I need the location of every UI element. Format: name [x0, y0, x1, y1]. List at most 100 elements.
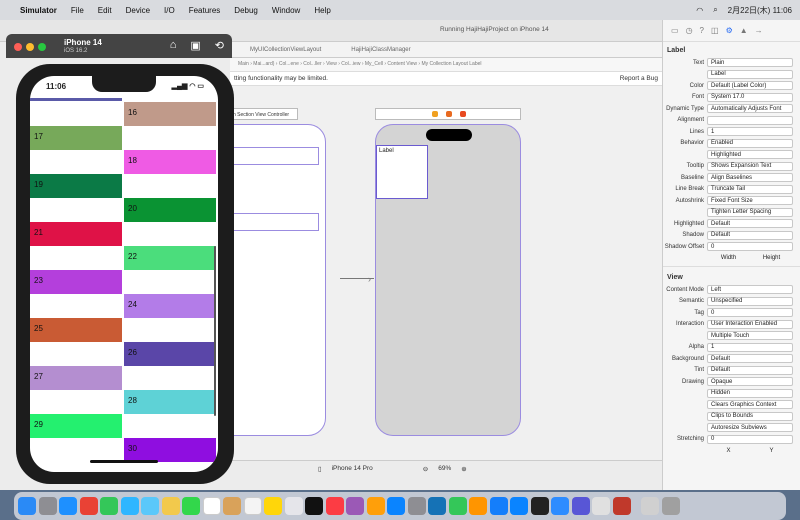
- field-control[interactable]: Plain: [707, 58, 793, 68]
- scene-dock[interactable]: [375, 108, 521, 120]
- menu-app[interactable]: Simulator: [20, 6, 57, 15]
- field-control[interactable]: Shows Expansion Text: [707, 161, 793, 171]
- numbers-icon[interactable]: [448, 497, 467, 515]
- field-control[interactable]: Opaque: [707, 377, 793, 387]
- field-control[interactable]: Clears Graphics Context: [707, 400, 793, 410]
- rotate-icon[interactable]: ⟲: [215, 39, 224, 52]
- field-control[interactable]: Truncate Tail: [707, 184, 793, 194]
- collection-cell[interactable]: 30: [124, 438, 216, 462]
- device-selector[interactable]: iPhone 14 Pro: [332, 465, 373, 472]
- contacts-icon[interactable]: [223, 497, 241, 515]
- terminal-icon[interactable]: [530, 497, 549, 515]
- field-control[interactable]: 0: [707, 242, 793, 252]
- field-control[interactable]: [707, 115, 793, 125]
- collection-cell[interactable]: Label: [376, 145, 428, 199]
- field-control[interactable]: Multiple Touch: [707, 331, 793, 341]
- field-control[interactable]: Automatically Adjusts Font: [707, 104, 793, 114]
- wifi-icon[interactable]: ◠: [696, 6, 703, 15]
- collection-cell[interactable]: 19: [30, 174, 122, 198]
- field-control[interactable]: 1: [707, 127, 793, 137]
- history-icon[interactable]: ◷: [686, 26, 693, 35]
- search-icon[interactable]: ⌕: [713, 5, 717, 15]
- field-control[interactable]: Left: [707, 285, 793, 295]
- app-store-icon[interactable]: [387, 497, 405, 515]
- menu-debug[interactable]: Debug: [234, 6, 258, 15]
- scene-right[interactable]: Label: [375, 124, 521, 436]
- collection-cell[interactable]: 16: [124, 102, 216, 126]
- help-icon[interactable]: ?: [700, 26, 704, 35]
- collection-cell[interactable]: 22: [124, 246, 216, 270]
- field-control[interactable]: System 17.0: [707, 92, 793, 102]
- field-control[interactable]: Clips to Bounds: [707, 411, 793, 421]
- clock[interactable]: 2月22日(木) 11:06: [728, 5, 792, 16]
- trash-icon[interactable]: [661, 497, 680, 515]
- field-control[interactable]: 0: [707, 308, 793, 318]
- cell-label[interactable]: Label: [379, 148, 394, 154]
- dictionary-icon[interactable]: [612, 497, 631, 515]
- xcode-icon[interactable]: [489, 497, 508, 515]
- downloads-icon[interactable]: [641, 497, 659, 515]
- tab-class-manager[interactable]: HajiHajiClassManager: [351, 47, 410, 53]
- discord-icon[interactable]: [571, 497, 590, 515]
- field-control[interactable]: Unspecified: [707, 296, 793, 306]
- simulator-icon[interactable]: [510, 497, 528, 515]
- collection-cell[interactable]: 26: [124, 342, 216, 366]
- freeform-icon[interactable]: [284, 497, 303, 515]
- collection-cell[interactable]: 20: [124, 198, 216, 222]
- collection-cell[interactable]: 23: [30, 270, 122, 294]
- notes-icon[interactable]: [264, 497, 282, 515]
- collection-cell[interactable]: 21: [30, 222, 122, 246]
- menu-file[interactable]: File: [71, 6, 84, 15]
- field-control[interactable]: Label: [707, 69, 793, 79]
- collection-cell[interactable]: 25: [30, 318, 122, 342]
- screenshot-icon[interactable]: ▣: [190, 39, 200, 52]
- field-control[interactable]: 1: [707, 342, 793, 352]
- collection-cell[interactable]: 24: [124, 294, 216, 318]
- report-bug-button[interactable]: Report a Bug: [620, 75, 658, 82]
- home-indicator[interactable]: [90, 460, 158, 463]
- scene-left[interactable]: [230, 124, 326, 436]
- reminders-icon[interactable]: [243, 497, 262, 515]
- books-icon[interactable]: [366, 497, 385, 515]
- field-control[interactable]: Default: [707, 219, 793, 229]
- messages-icon[interactable]: [100, 497, 118, 515]
- field-control[interactable]: Hidden: [707, 388, 793, 398]
- collection-cell[interactable]: 29: [30, 414, 122, 438]
- tv-icon[interactable]: [305, 497, 323, 515]
- safari-icon[interactable]: [59, 497, 77, 515]
- launchpad-icon[interactable]: [38, 497, 57, 515]
- field-control[interactable]: Default: [707, 365, 793, 375]
- collection-cell[interactable]: 27: [30, 366, 122, 390]
- scroll-indicator[interactable]: [214, 246, 216, 416]
- menu-help[interactable]: Help: [314, 6, 330, 15]
- calendar-icon[interactable]: [202, 497, 221, 515]
- zoom-in-icon[interactable]: ⊕: [461, 465, 466, 473]
- connections-icon[interactable]: →: [755, 26, 763, 35]
- menu-device[interactable]: Device: [126, 6, 150, 15]
- collection-cell[interactable]: 18: [124, 150, 216, 174]
- exit-icon[interactable]: [460, 111, 466, 117]
- field-control[interactable]: Highlighted: [707, 150, 793, 160]
- zoom-icon[interactable]: [38, 43, 46, 51]
- field-control[interactable]: 0: [707, 434, 793, 444]
- pages-icon[interactable]: [469, 497, 487, 515]
- chrome-icon[interactable]: [79, 497, 98, 515]
- vscode-icon[interactable]: [428, 497, 446, 515]
- collection-cell[interactable]: 28: [124, 390, 216, 414]
- finder-icon[interactable]: [18, 497, 36, 515]
- attributes-icon[interactable]: ⚙: [726, 26, 733, 35]
- field-control[interactable]: User Interaction Enabled: [707, 319, 793, 329]
- menu-features[interactable]: Features: [189, 6, 221, 15]
- field-control[interactable]: Default: [707, 230, 793, 240]
- field-control[interactable]: Fixed Font Size: [707, 196, 793, 206]
- collection-cell[interactable]: 17: [30, 126, 122, 150]
- zoom-out-icon[interactable]: ⊖: [423, 465, 428, 473]
- storyboard-canvas[interactable]: n Section View Controller › Label: [230, 86, 662, 460]
- field-control[interactable]: Autoresize Subviews: [707, 423, 793, 433]
- podcasts-icon[interactable]: [346, 497, 364, 515]
- identity-icon[interactable]: ◫: [711, 26, 719, 35]
- maps-icon[interactable]: [141, 497, 159, 515]
- field-control[interactable]: Default: [707, 354, 793, 364]
- zoom-level[interactable]: 69%: [438, 465, 451, 472]
- music-icon[interactable]: [325, 497, 344, 515]
